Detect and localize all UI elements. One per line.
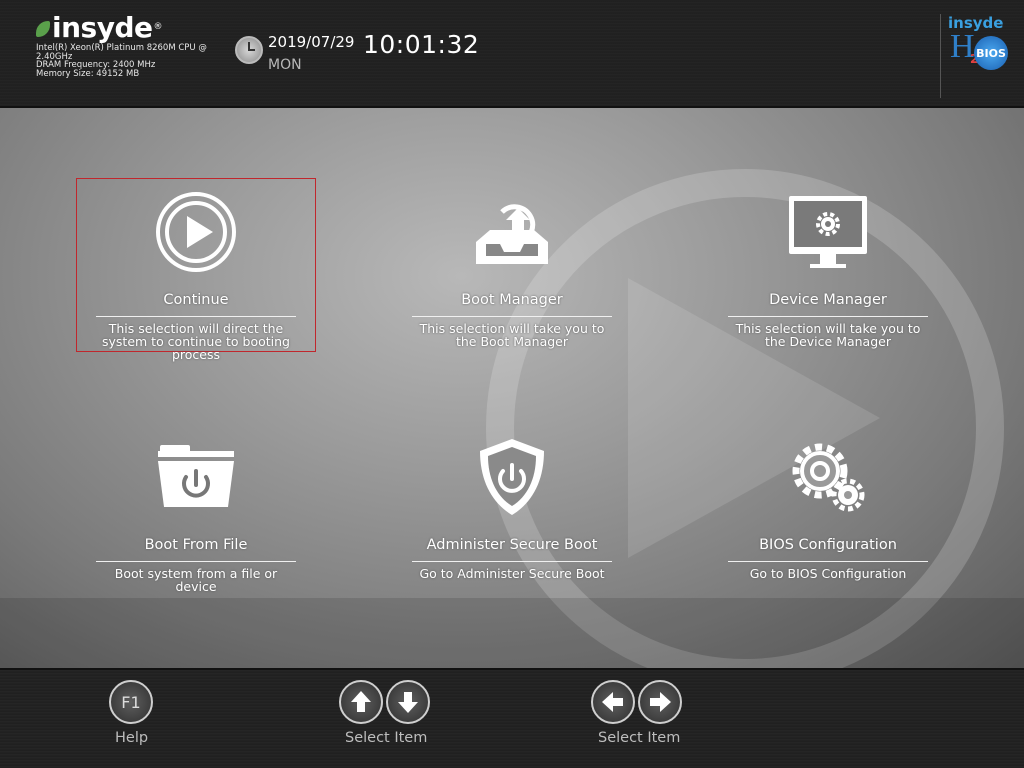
tile-title: Device Manager [769,292,887,308]
folder-power-icon [158,445,234,507]
select-item-vertical-label: Select Item [345,730,428,746]
insyde-h2o-bios-logo: insyde H 2 BIOS [946,14,1012,70]
tile-description: Go to Administer Secure Boot [419,566,605,581]
insyde-logo: insyde ® [36,10,163,44]
tile-description: This selection will take you to the Boot… [419,321,605,349]
menu-tile-administer-secure-boot[interactable]: Administer Secure Boot Go to Administer … [412,437,612,581]
footer-bar: F1 Help Select Item Select Item [0,668,1024,768]
play-icon [156,192,236,272]
tile-description: Boot system from a file or device [114,566,278,594]
tile-divider [728,316,928,317]
tile-title: Administer Secure Boot [426,537,598,553]
leaf-icon [36,21,50,37]
tile-description: This selection will take you to the Devi… [735,321,921,349]
brand-name: insyde [52,10,153,44]
bios-badge: BIOS [974,36,1008,70]
menu-tile-boot-manager[interactable]: Boot Manager This selection will take yo… [412,192,612,352]
header-bar: insyde ® Intel(R) Xeon(R) Platinum 8260M … [0,0,1024,108]
time-display: 10:01:32 [363,30,480,59]
help-label: Help [115,730,149,746]
select-item-horizontal-label: Select Item [598,730,681,746]
gears-icon [792,443,865,512]
clock-icon [235,36,263,64]
weekday-display: MON [268,57,302,73]
shield-power-icon [480,439,544,515]
menu-tile-bios-configuration[interactable]: BIOS Configuration Go to BIOS Configurat… [728,437,928,581]
tile-title: Continue [163,292,229,308]
memory-info: Memory Size: 49152 MB [36,68,140,79]
tile-divider [412,561,612,562]
cpu-info: Intel(R) Xeon(R) Platinum 8260M CPU @ 2.… [36,43,207,62]
arrow-down-icon[interactable] [386,680,430,724]
main-menu-area: Continue This selection will direct the … [0,108,1024,668]
arrow-right-icon[interactable] [638,680,682,724]
arrow-up-icon[interactable] [339,680,383,724]
tile-divider [96,316,296,317]
tile-description: Go to BIOS Configuration [749,566,907,581]
menu-tile-device-manager[interactable]: Device Manager This selection will take … [728,192,928,352]
menu-tile-boot-from-file[interactable]: Boot From File Boot system from a file o… [96,437,296,593]
menu-tile-continue[interactable]: Continue This selection will direct the … [96,192,296,361]
tile-divider [728,561,928,562]
date-display: 2019/07/29 [268,33,355,51]
tile-description: This selection will direct the system to… [102,321,290,362]
monitor-gear-icon [789,196,867,268]
boot-manager-icon [476,204,548,264]
tile-title: BIOS Configuration [759,537,897,553]
system-info: Intel(R) Xeon(R) Platinum 8260M CPU @ 2.… [36,44,236,78]
tile-divider [96,561,296,562]
header-divider [940,14,941,98]
tile-divider [412,316,612,317]
registered-mark: ® [153,22,163,32]
tile-title: Boot Manager [461,292,563,308]
f1-key-icon[interactable]: F1 [109,680,153,724]
tile-title: Boot From File [144,537,248,553]
arrow-left-icon[interactable] [591,680,635,724]
